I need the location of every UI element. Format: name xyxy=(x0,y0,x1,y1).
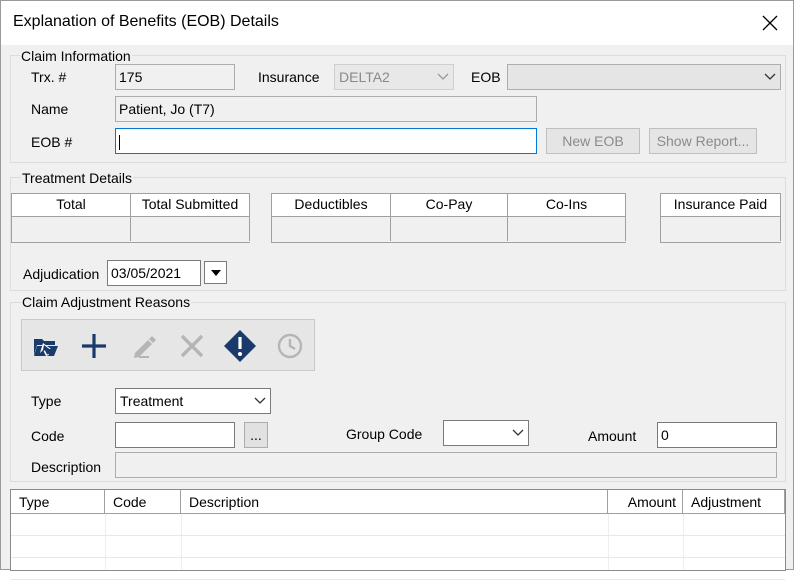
co-ins-cell xyxy=(508,217,626,241)
type-value: Treatment xyxy=(120,393,184,409)
list-row[interactable] xyxy=(11,558,785,580)
trx-label: Trx. # xyxy=(31,69,67,85)
new-eob-button[interactable]: New EOB xyxy=(546,128,640,154)
claim-adjustment-label: Claim Adjustment Reasons xyxy=(21,294,192,310)
edit-pencil-icon[interactable] xyxy=(126,328,162,364)
total-submitted-header: Total Submitted xyxy=(131,194,250,216)
totals-grid: Total Total Submitted xyxy=(11,193,250,243)
window-title: Explanation of Benefits (EOB) Details xyxy=(13,13,279,30)
type-label: Type xyxy=(31,393,62,409)
folder-arrow-icon[interactable] xyxy=(28,328,64,364)
description-field xyxy=(115,452,777,478)
insurance-select[interactable]: DELTA2 xyxy=(334,64,454,90)
claim-information-label: Claim Information xyxy=(20,48,132,64)
eob-number-input[interactable] xyxy=(115,128,537,154)
close-icon[interactable] xyxy=(747,1,793,45)
type-select[interactable]: Treatment xyxy=(115,388,271,414)
eob-select[interactable] xyxy=(507,64,781,90)
group-code-label: Group Code xyxy=(346,426,423,442)
total-submitted-cell xyxy=(131,217,250,241)
date-dropdown-button[interactable] xyxy=(204,261,227,284)
patient-portion-grid: Deductibles Co-Pay Co-Ins xyxy=(271,193,626,243)
alert-diamond-icon[interactable] xyxy=(222,328,258,364)
add-plus-icon[interactable] xyxy=(76,328,112,364)
trx-field: 175 xyxy=(115,64,235,90)
text-cursor xyxy=(119,134,120,150)
deductibles-header: Deductibles xyxy=(272,194,391,216)
eob-number-label: EOB # xyxy=(31,134,73,150)
amount-input[interactable]: 0 xyxy=(657,422,777,448)
insurance-paid-cell xyxy=(661,217,781,241)
chevron-down-icon xyxy=(764,65,776,89)
treatment-details-label: Treatment Details xyxy=(21,170,133,186)
co-pay-header: Co-Pay xyxy=(391,194,508,216)
insurance-paid-header: Insurance Paid xyxy=(661,194,781,216)
list-row[interactable] xyxy=(11,514,785,536)
code-label: Code xyxy=(31,428,65,444)
list-header-amount[interactable]: Amount xyxy=(608,490,683,514)
chevron-down-icon xyxy=(437,65,449,89)
adjustment-toolbar xyxy=(21,319,315,371)
total-header: Total xyxy=(12,194,131,216)
caret-down-icon xyxy=(210,269,221,276)
eob-label: EOB xyxy=(471,69,501,85)
history-clock-icon[interactable] xyxy=(272,328,308,364)
list-header-type[interactable]: Type xyxy=(11,490,105,514)
code-browse-button[interactable]: ... xyxy=(244,422,268,448)
total-cell xyxy=(12,217,131,241)
name-label: Name xyxy=(31,101,69,117)
name-field: Patient, Jo (T7) xyxy=(115,96,537,122)
list-header-description[interactable]: Description xyxy=(181,490,608,514)
insurance-value: DELTA2 xyxy=(339,69,390,85)
description-label: Description xyxy=(31,459,102,475)
title-bar: Explanation of Benefits (EOB) Details xyxy=(1,1,793,45)
show-report-button[interactable]: Show Report... xyxy=(649,128,757,154)
chevron-down-icon xyxy=(254,389,266,413)
list-header-adjustment[interactable]: Adjustment xyxy=(683,490,785,514)
amount-label: Amount xyxy=(588,428,637,444)
insurance-label: Insurance xyxy=(258,69,320,85)
insurance-paid-grid: Insurance Paid xyxy=(660,193,781,243)
adjudication-label: Adjudication xyxy=(23,266,100,282)
list-row[interactable] xyxy=(11,536,785,558)
deductibles-cell xyxy=(272,217,391,241)
adjustments-list[interactable]: Type Code Description Amount Adjustment xyxy=(10,489,786,580)
co-ins-header: Co-Ins xyxy=(508,194,626,216)
delete-x-icon[interactable] xyxy=(174,328,210,364)
co-pay-cell xyxy=(391,217,508,241)
group-code-select[interactable] xyxy=(443,420,529,446)
code-browse-label: ... xyxy=(250,427,262,443)
adjudication-date-input[interactable]: 03/05/2021 xyxy=(107,260,201,286)
chevron-down-icon xyxy=(512,421,524,445)
eob-details-window: Explanation of Benefits (EOB) Details Cl… xyxy=(0,0,794,580)
list-header-code[interactable]: Code xyxy=(105,490,181,514)
code-input[interactable] xyxy=(115,422,235,448)
